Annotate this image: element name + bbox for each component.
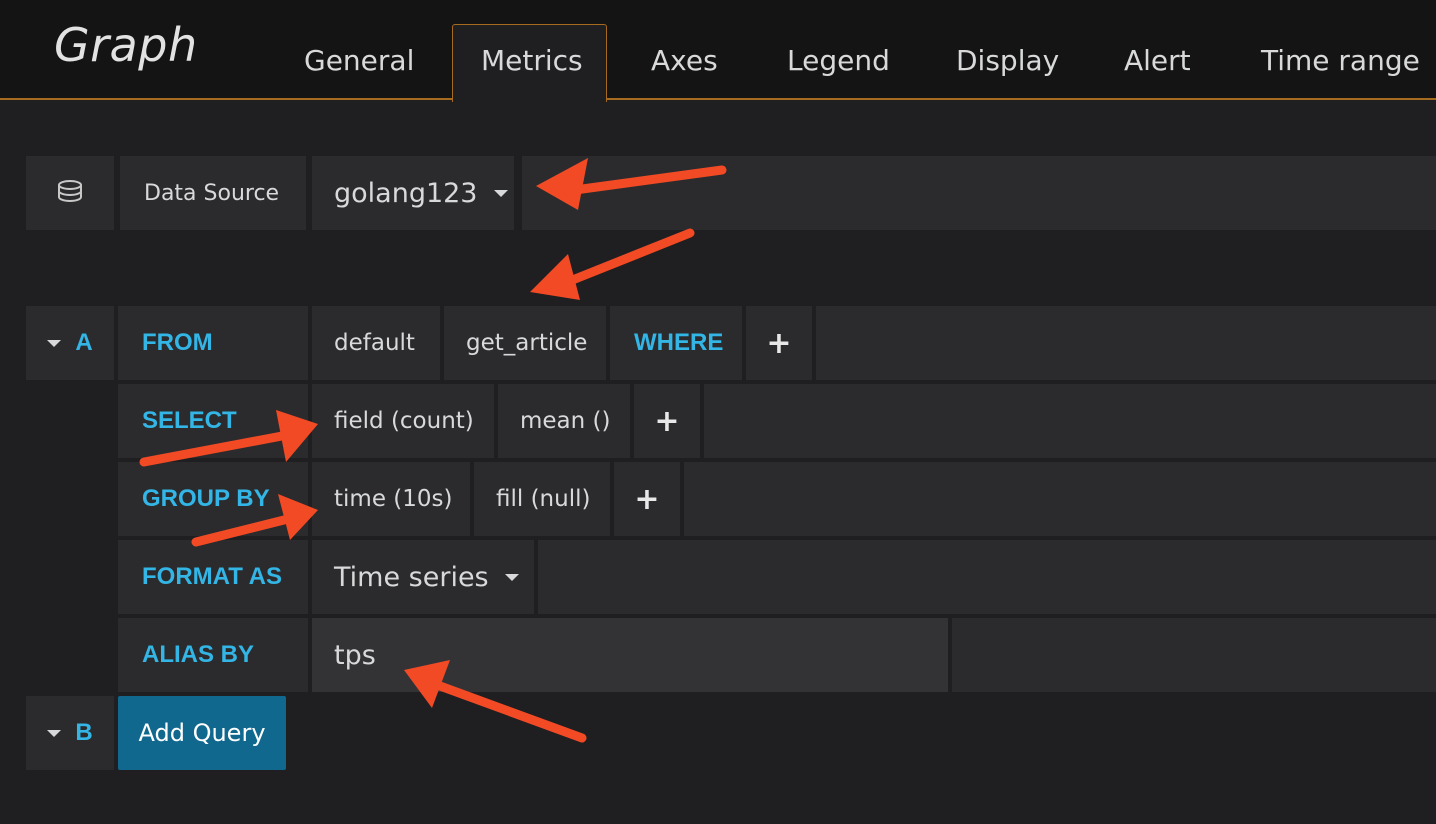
- arrow-annotation-select-field: [139, 410, 318, 467]
- arrow-annotation-alias: [404, 660, 587, 743]
- annotation-arrows: [139, 158, 727, 743]
- arrow-annotation-datasource: [536, 158, 727, 210]
- arrow-annotation-measurement: [530, 228, 695, 300]
- arrow-annotation-group-by-time: [191, 494, 318, 547]
